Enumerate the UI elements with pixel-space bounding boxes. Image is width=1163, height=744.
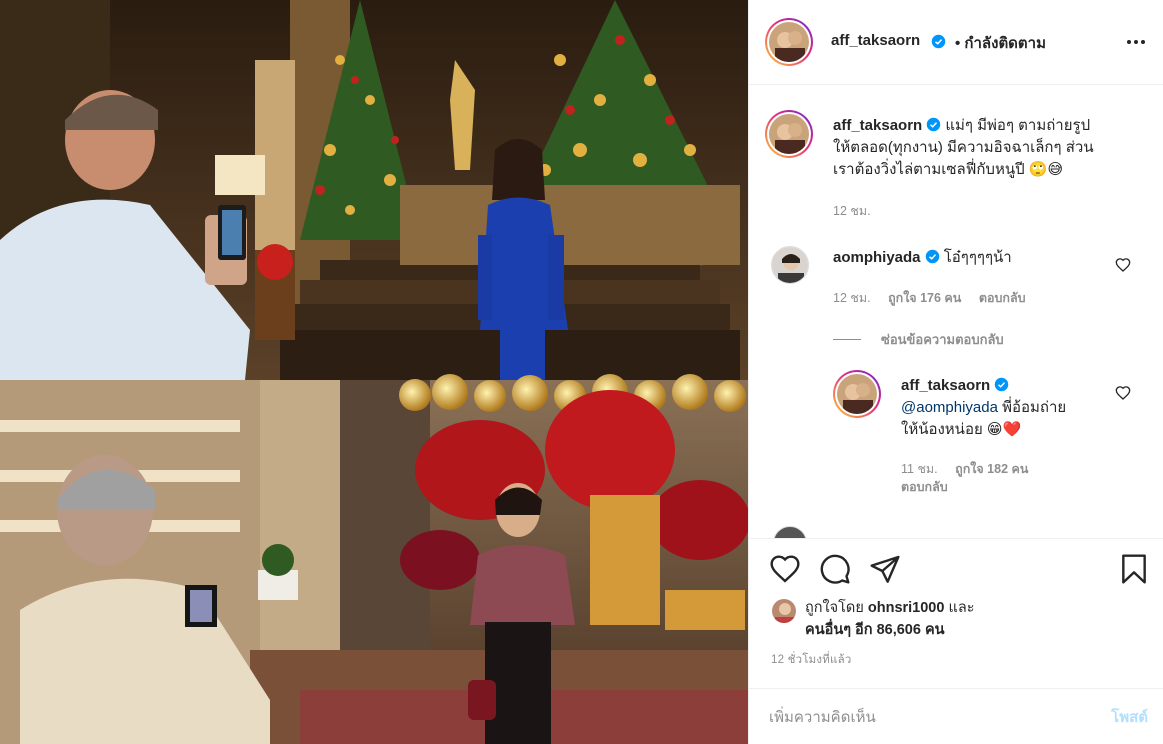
caption-meta: 12 ชม. — [833, 201, 885, 221]
comment-username[interactable]: aomphiyada — [833, 249, 921, 266]
post-photo — [0, 0, 748, 744]
comment-time[interactable]: 12 ชม. — [833, 291, 871, 305]
reply-reply-button[interactable]: ตอบกลับ — [901, 480, 948, 494]
caption-author-avatar[interactable] — [765, 110, 813, 158]
caption-time[interactable]: 12 ชม. — [833, 204, 871, 218]
next-commenter-avatar[interactable] — [773, 526, 807, 538]
caption-line-1: แม่ๆ มีพ่อๆ ตามถ่ายรูป — [945, 117, 1091, 134]
liked-by-avatar[interactable] — [771, 598, 797, 624]
caption-line-3: เราต้องวิ่งไล่ตามเซลฟี่กับหนูปี 🙄😅 — [833, 161, 1064, 178]
commenter-avatar[interactable] — [771, 246, 809, 284]
heart-icon[interactable] — [769, 553, 801, 585]
add-comment-bar: โพสต์ — [749, 688, 1163, 744]
comment-text: โอ๋ๆๆๆๆน้า — [943, 249, 1012, 266]
bookmark-icon[interactable] — [1118, 553, 1150, 585]
follow-status[interactable]: • กำลังติดตาม — [955, 31, 1046, 55]
reply-heart-icon[interactable] — [1115, 385, 1131, 401]
liked-by-user[interactable]: ohnsri1000 — [868, 600, 945, 616]
post-actions: ถูกใจโดย ohnsri1000 และ คนอื่นๆ อีก 86,6… — [749, 538, 1163, 688]
reply-text-line-1: พี่อ้อมถ่าย — [1002, 399, 1067, 416]
likes-and: และ — [948, 600, 975, 616]
comment-body: aomphiyada โอ๋ๆๆๆๆน้า — [833, 247, 1113, 269]
comment-icon[interactable] — [819, 553, 851, 585]
more-icon[interactable] — [1126, 34, 1146, 50]
comment-heart-icon[interactable] — [1115, 257, 1131, 273]
reply-meta: 11 ชม. ถูกใจ 182 คน ตอบกลับ — [901, 460, 1101, 496]
reply-time[interactable]: 11 ชม. — [901, 462, 938, 476]
likes-summary: ถูกใจโดย ohnsri1000 และ คนอื่นๆ อีก 86,6… — [805, 597, 975, 641]
author-avatar[interactable] — [765, 18, 813, 66]
comments-list[interactable]: aff_taksaorn แม่ๆ มีพ่อๆ ตามถ่ายรูป ให้ต… — [749, 86, 1163, 538]
reply-body: aff_taksaorn @aomphiyada พี่อ้อมถ่าย ให้… — [901, 375, 1101, 441]
likes-count: 86,606 — [876, 622, 921, 638]
reply-username[interactable]: aff_taksaorn — [901, 377, 990, 394]
post-timestamp[interactable]: 12 ชั่วโมงที่แล้ว — [771, 651, 852, 669]
verified-icon — [931, 34, 946, 49]
post-header: aff_taksaorn • กำลังติดตาม — [749, 0, 1163, 85]
likes-others-label: คนอื่นๆ อีก — [805, 622, 873, 638]
share-icon[interactable] — [869, 553, 901, 585]
reply-text-line-2: ให้น้องหน่อย 😁❤️ — [901, 421, 1022, 438]
comment-reply-button[interactable]: ตอบกลับ — [979, 291, 1026, 305]
hide-replies-label: ซ่อนข้อความตอบกลับ — [881, 332, 1004, 347]
verified-icon — [994, 377, 1009, 392]
hide-replies-button[interactable]: ซ่อนข้อความตอบกลับ — [833, 329, 1004, 350]
likes-prefix: ถูกใจโดย — [805, 600, 864, 616]
verified-icon — [925, 249, 939, 264]
divider-line — [833, 339, 861, 340]
likes-unit: คน — [924, 622, 945, 638]
comment-input[interactable] — [769, 703, 1069, 731]
post-side-panel: aff_taksaorn • กำลังติดตาม aff_taksaorn … — [748, 0, 1163, 744]
comment-likes[interactable]: ถูกใจ 176 คน — [888, 291, 961, 305]
verified-icon — [926, 117, 941, 132]
reply-mention[interactable]: @aomphiyada — [901, 399, 998, 416]
comment-meta: 12 ชม. ถูกใจ 176 คน ตอบกลับ — [833, 288, 1040, 308]
reply-likes[interactable]: ถูกใจ 182 คน — [955, 462, 1028, 476]
post-comment-button[interactable]: โพสต์ — [1111, 705, 1148, 729]
likes-others-link[interactable]: คนอื่นๆ อีก 86,606 คน — [805, 622, 945, 638]
author-username[interactable]: aff_taksaorn — [831, 32, 920, 49]
caption-line-2: ให้ตลอด(ทุกงาน) มีความอิจฉาเล็กๆ ส่วน — [833, 139, 1094, 156]
caption-username[interactable]: aff_taksaorn — [833, 117, 922, 134]
reply-author-avatar[interactable] — [833, 370, 881, 418]
caption: aff_taksaorn แม่ๆ มีพ่อๆ ตามถ่ายรูป ให้ต… — [833, 115, 1133, 181]
